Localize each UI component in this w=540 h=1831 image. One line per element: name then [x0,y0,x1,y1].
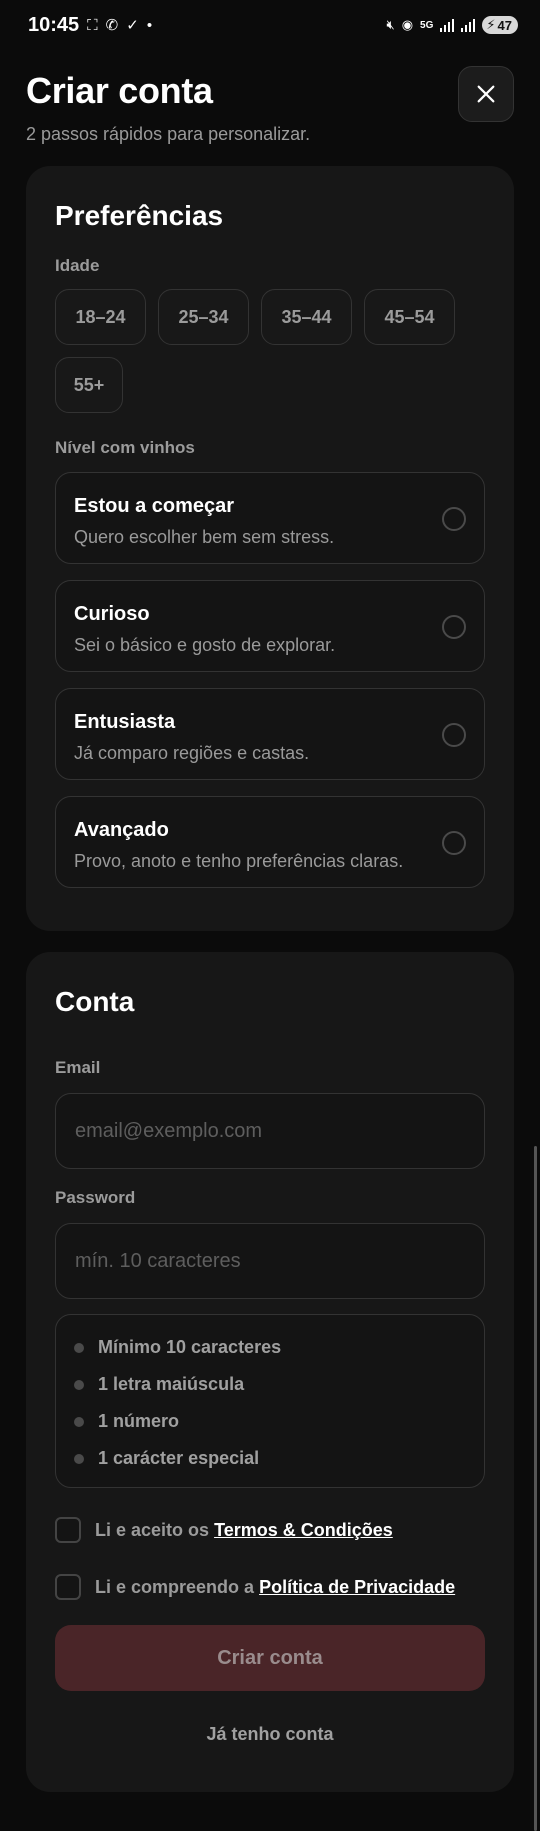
create-account-button[interactable]: Criar conta [55,1625,485,1691]
password-rule: 1 letra maiúscula [74,1374,244,1395]
page-subtitle: 2 passos rápidos para personalizar. [26,124,311,144]
password-field-container [55,1223,485,1299]
password-rule: 1 número [74,1411,179,1432]
password-rule-text: Mínimo 10 caracteres [98,1337,282,1357]
level-option-title: Curioso [74,603,150,625]
terms-text: Li e aceito os Termos & Condições [95,1519,393,1540]
rule-status-dot-icon [74,1416,84,1427]
level-option-subtitle: Quero escolher bem sem stress. [74,527,335,547]
terms-link[interactable]: Termos & Condições [214,1520,393,1540]
battery-level: 47 [497,17,512,33]
password-rule: 1 carácter especial [74,1448,259,1469]
notification-dot-icon: • [146,16,153,34]
level-option-enthusiast[interactable]: Entusiasta Já comparo regiões e castas. [55,688,485,780]
level-option-advanced[interactable]: Avançado Provo, anoto e tenho preferênci… [55,796,485,888]
privacy-text: Li e compreendo a Política de Privacidad… [95,1576,456,1597]
scrollbar[interactable] [534,1146,537,1831]
radio-button[interactable] [442,831,466,855]
age-chip-45-54[interactable]: 45–54 [364,289,455,345]
privacy-checkbox[interactable] [55,1574,81,1600]
age-chip-55-plus[interactable]: 55+ [55,357,123,413]
password-rule-text: 1 letra maiúscula [98,1374,245,1394]
password-requirements: Mínimo 10 caracteres 1 letra maiúscula 1… [55,1314,485,1488]
rule-status-dot-icon [74,1453,84,1464]
age-chip-18-24[interactable]: 18–24 [55,289,146,345]
privacy-link[interactable]: Política de Privacidade [259,1577,455,1597]
status-bar: 10:45 ⛶ ✆ ✓ • 🔇︎ ◉ 5G ⚡ 47 [0,0,540,50]
preferences-card: Preferências Idade 18–24 25–34 35–44 45–… [26,166,514,931]
wine-level-label: Nível com vinhos [55,438,195,457]
privacy-row: Li e compreendo a Política de Privacidad… [55,1574,455,1600]
age-chip-25-34[interactable]: 25–34 [158,289,249,345]
close-icon [477,85,495,103]
mute-icon: 🔇︎ [386,17,395,32]
email-field-container [55,1093,485,1169]
level-option-subtitle: Provo, anoto e tenho preferências claras… [74,851,404,871]
close-button[interactable] [458,66,514,122]
password-rule-text: 1 carácter especial [98,1448,260,1468]
network-type: 5G [420,19,434,31]
hotspot-icon: ◉ [401,17,414,32]
level-option-beginner[interactable]: Estou a começar Quero escolher bem sem s… [55,472,485,564]
account-card: Conta Email Password Mínimo 10 caractere… [26,952,514,1792]
signal-icon [440,18,455,32]
signal-icon-2 [461,18,476,32]
age-chip-35-44[interactable]: 35–44 [261,289,352,345]
level-option-subtitle: Já comparo regiões e castas. [74,743,310,763]
terms-checkbox[interactable] [55,1517,81,1543]
radio-button[interactable] [442,723,466,747]
battery-indicator: ⚡ 47 [482,16,518,34]
terms-row: Li e aceito os Termos & Condições [55,1517,393,1543]
password-rule-text: 1 número [98,1411,180,1431]
level-option-curious[interactable]: Curioso Sei o básico e gosto de explorar… [55,580,485,672]
login-link[interactable]: Já tenho conta [26,1724,514,1745]
age-label: Idade [55,256,100,275]
page-title: Criar conta [26,70,213,111]
radio-button[interactable] [442,615,466,639]
password-field[interactable] [56,1224,484,1298]
radio-button[interactable] [442,507,466,531]
charging-icon: ⚡ [486,17,496,32]
rule-status-dot-icon [74,1342,84,1353]
level-option-title: Estou a começar [74,495,235,517]
status-time: 10:45 [28,13,80,36]
screenshot-icon: ⛶ [87,16,98,34]
password-label: Password [55,1188,136,1207]
password-rule: Mínimo 10 caracteres [74,1337,281,1358]
rule-status-dot-icon [74,1379,84,1390]
level-option-title: Entusiasta [74,711,176,733]
download-done-icon: ✓ [126,17,139,34]
preferences-title: Preferências [55,200,224,231]
email-label: Email [55,1058,101,1077]
whatsapp-icon: ✆ [105,17,119,34]
level-option-subtitle: Sei o básico e gosto de explorar. [74,635,336,655]
email-field[interactable] [56,1094,484,1168]
account-title: Conta [55,986,135,1017]
level-option-title: Avançado [74,819,169,841]
